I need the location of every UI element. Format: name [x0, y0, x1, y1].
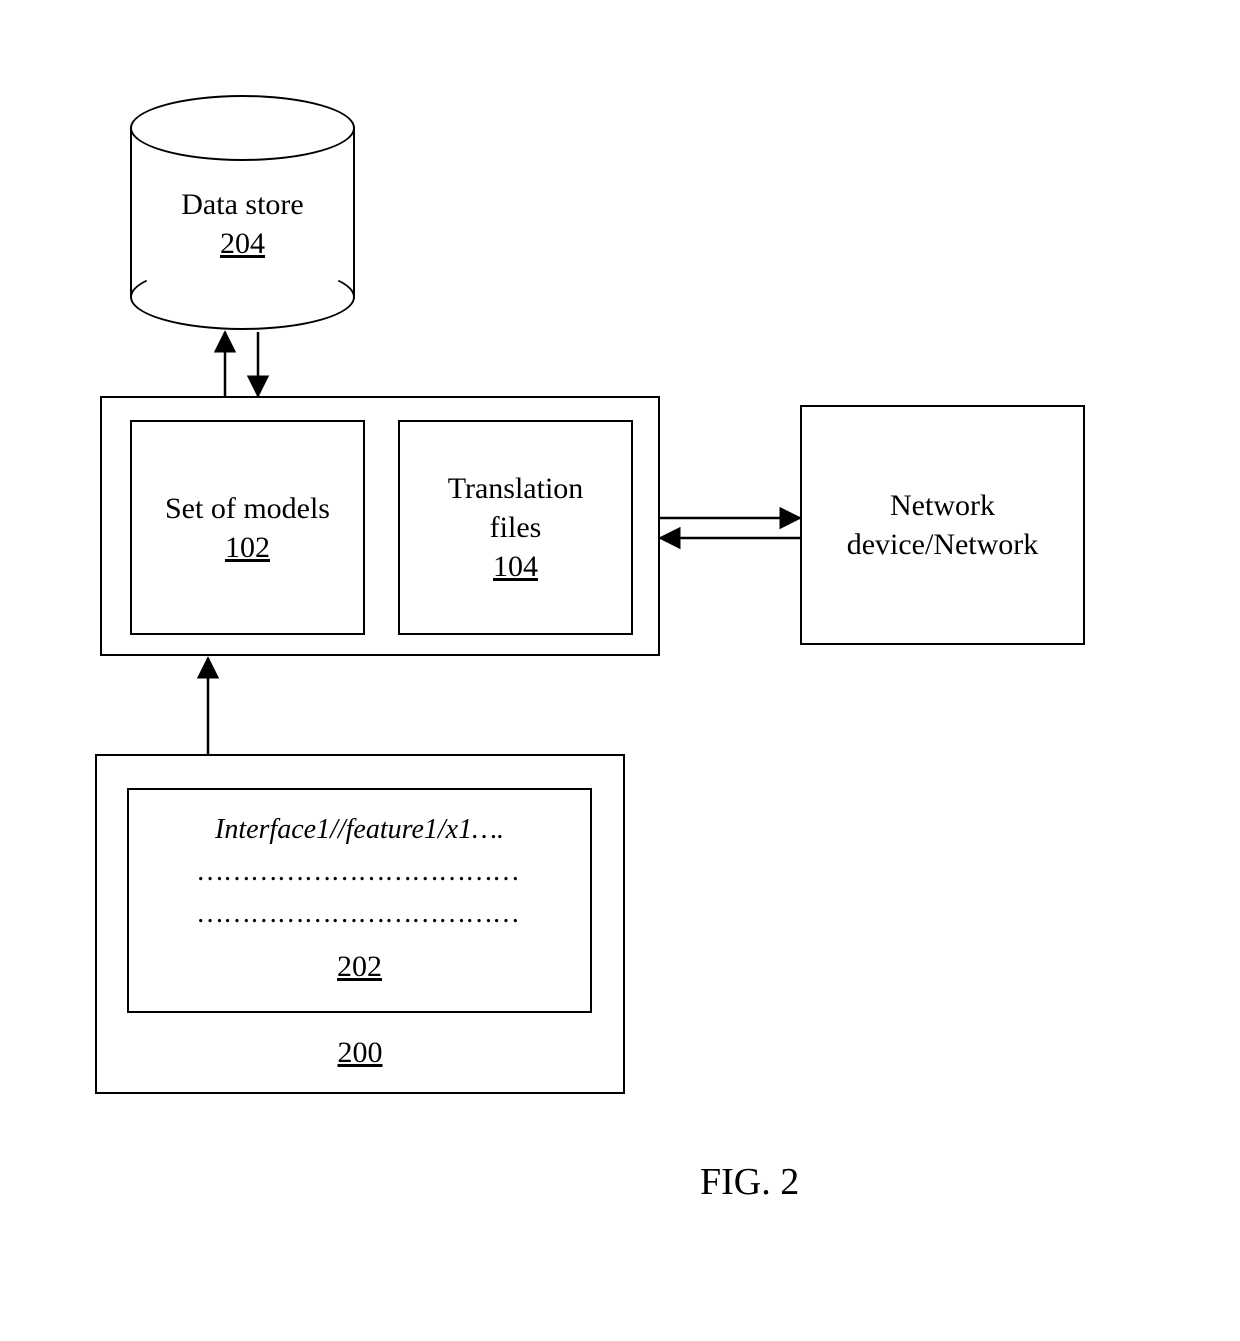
arrow-datastore-to-container	[0, 0, 1240, 1341]
figure-caption: FIG. 2	[700, 1160, 799, 1204]
